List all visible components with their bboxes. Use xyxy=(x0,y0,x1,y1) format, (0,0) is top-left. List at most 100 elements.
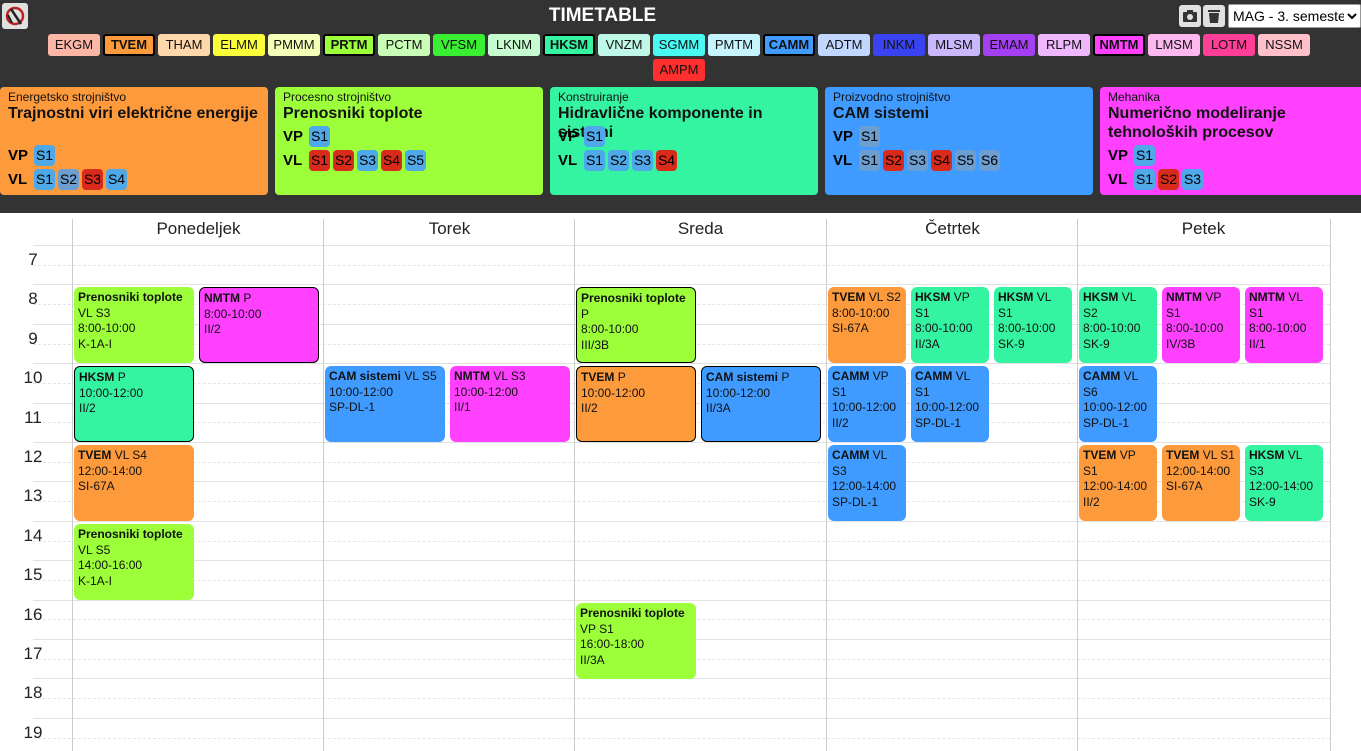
event-room: III/3B xyxy=(581,337,610,352)
subject-chip-elmm[interactable]: ELMM xyxy=(213,34,265,56)
event-title: NMTM xyxy=(454,369,490,383)
subject-chip-lotm[interactable]: LOTM xyxy=(1203,34,1255,56)
group-tag[interactable]: S1 xyxy=(309,150,330,171)
group-tag[interactable]: S4 xyxy=(106,169,127,190)
subject-chip-lmsm[interactable]: LMSM xyxy=(1148,34,1200,56)
event-title-line: Prenosniki toplote xyxy=(580,606,692,622)
event-title-line: TVEM VL S1 xyxy=(1166,448,1236,464)
subject-chip-inkm[interactable]: INKM xyxy=(873,34,925,56)
semester-select[interactable]: MAG - 3. semester xyxy=(1228,4,1361,28)
group-tag[interactable]: S4 xyxy=(381,150,402,171)
event-time: 12:00-14:00 xyxy=(1083,479,1148,493)
event-time: 12:00-14:00 xyxy=(1249,479,1314,493)
timetable-event[interactable]: CAMM VP S1 10:00-12:00 II/2 xyxy=(828,366,906,442)
group-tag[interactable]: S4 xyxy=(656,150,677,171)
group-tag[interactable]: S2 xyxy=(58,169,79,190)
timetable-event[interactable]: Prenosniki toplote VL S5 14:00-16:00 K-1A-I xyxy=(74,524,194,600)
subject-chip-pmtm[interactable]: PMTM xyxy=(708,34,760,56)
timetable-event[interactable]: HKSM VL S2 8:00-10:00 SK-9 xyxy=(1079,287,1157,363)
subject-chip-hksm[interactable]: HKSM xyxy=(543,34,595,56)
group-tag[interactable]: S5 xyxy=(955,150,976,171)
timetable-event[interactable]: TVEM VL S4 12:00-14:00 SI-67A xyxy=(74,445,194,521)
subject-chip-vfsm[interactable]: VFSM xyxy=(433,34,485,56)
subject-chip-adtm[interactable]: ADTM xyxy=(818,34,870,56)
subject-chip-sgmm[interactable]: SGMM xyxy=(653,34,705,56)
event-room: K-1A-I xyxy=(78,336,113,351)
subject-chip-vnzm[interactable]: VNZM xyxy=(598,34,650,56)
timetable-event[interactable]: CAM sistemi P 10:00-12:00 II/3A xyxy=(701,366,821,442)
group-tag[interactable]: S2 xyxy=(1158,169,1179,190)
timetable-event[interactable]: NMTM VL S1 8:00-10:00 II/1 xyxy=(1245,287,1323,363)
group-tag[interactable]: S4 xyxy=(931,150,952,171)
group-tag[interactable]: S5 xyxy=(405,150,426,171)
timetable-event[interactable]: TVEM VL S1 12:00-14:00 SI-67A xyxy=(1162,445,1240,521)
timetable-event[interactable]: TVEM VL S2 8:00-10:00 SI-67A xyxy=(828,287,906,363)
event-title-line: NMTM VL S1 xyxy=(1249,290,1319,321)
subject-chip-ekgm[interactable]: EKGM xyxy=(48,34,100,56)
group-type-label: VL xyxy=(8,171,28,188)
group-tag[interactable]: S3 xyxy=(632,150,653,171)
timetable-event[interactable]: NMTM VL S3 10:00-12:00 II/1 xyxy=(450,366,570,442)
event-title-line: HKSM VL S1 xyxy=(998,290,1068,321)
subject-chip-camm[interactable]: CAMM xyxy=(763,34,815,56)
timetable-event[interactable]: TVEM P 10:00-12:00 II/2 xyxy=(576,366,696,442)
timetable-event[interactable]: NMTM VP S1 8:00-10:00 IV/3B xyxy=(1162,287,1240,363)
timetable-event[interactable]: Prenosniki toplote P 8:00-10:00 III/3B xyxy=(576,287,696,363)
subject-chip-rlpm[interactable]: RLPM xyxy=(1038,34,1090,56)
timetable-event[interactable]: HKSM VL S3 12:00-14:00 SK-9 xyxy=(1245,445,1323,521)
subject-chip-nmtm[interactable]: NMTM xyxy=(1093,34,1145,56)
timetable-event[interactable]: Prenosniki toplote VP S1 16:00-18:00 II/3A xyxy=(576,603,696,679)
hour-label: 19 xyxy=(23,723,43,742)
event-title-line: CAMM VL S1 xyxy=(915,369,985,400)
group-tag[interactable]: S1 xyxy=(1134,145,1155,166)
subject-chip-ampm[interactable]: AMPM xyxy=(653,59,705,81)
group-tag[interactable]: S1 xyxy=(34,169,55,190)
group-type-label: VL xyxy=(833,152,853,169)
group-tag[interactable]: S1 xyxy=(584,150,605,171)
event-room: SK-9 xyxy=(1083,336,1110,351)
group-tag[interactable]: S1 xyxy=(309,126,330,147)
timetable-event[interactable]: CAMM VL S3 12:00-14:00 SP-DL-1 xyxy=(828,445,906,521)
group-tag[interactable]: S3 xyxy=(82,169,103,190)
group-tag[interactable]: S1 xyxy=(34,145,55,166)
group-tag[interactable]: S3 xyxy=(907,150,928,171)
timetable-event[interactable]: CAMM VL S1 10:00-12:00 SP-DL-1 xyxy=(911,366,989,442)
subject-chip-emam[interactable]: EMAM xyxy=(983,34,1035,56)
group-type-label: VP xyxy=(833,128,854,145)
group-tag[interactable]: S3 xyxy=(1182,169,1203,190)
group-tag[interactable]: S3 xyxy=(357,150,378,171)
group-tag[interactable]: S1 xyxy=(584,126,605,147)
subject-chip-mlsm[interactable]: MLSM xyxy=(928,34,980,56)
timetable-event[interactable]: TVEM VP S1 12:00-14:00 II/2 xyxy=(1079,445,1157,521)
group-tag[interactable]: S2 xyxy=(608,150,629,171)
group-type-label: VL xyxy=(558,152,578,169)
group-tag[interactable]: S2 xyxy=(883,150,904,171)
camera-icon[interactable] xyxy=(1179,5,1201,27)
group-tag[interactable]: S1 xyxy=(859,150,880,171)
timetable-event[interactable]: HKSM VL S1 8:00-10:00 SK-9 xyxy=(994,287,1072,363)
subject-chip-tham[interactable]: THAM xyxy=(158,34,210,56)
timetable-event[interactable]: HKSM VP S1 8:00-10:00 II/3A xyxy=(911,287,989,363)
timetable-event[interactable]: NMTM P 8:00-10:00 II/2 xyxy=(199,287,319,363)
event-title: HKSM xyxy=(1249,448,1285,462)
subject-chip-nssm[interactable]: NSSM xyxy=(1258,34,1310,56)
group-tag[interactable]: S1 xyxy=(859,126,880,147)
top-bar: TIMETABLE MAG - 3. semester EKGM TVEM THAM… xyxy=(0,0,1361,213)
subject-chip-tvem[interactable]: TVEM xyxy=(103,34,155,56)
subject-category: Konstruiranje xyxy=(558,90,629,104)
group-tag[interactable]: S1 xyxy=(1134,169,1155,190)
group-tag[interactable]: S6 xyxy=(979,150,1000,171)
subject-chip-prtm[interactable]: PRTM xyxy=(323,34,375,56)
trash-icon[interactable] xyxy=(1203,5,1225,27)
subject-chip-pctm[interactable]: PCTM xyxy=(378,34,430,56)
group-tag[interactable]: S2 xyxy=(333,150,354,171)
subject-card: Energetsko strojništvo Trajnostni viri el… xyxy=(0,87,268,195)
timetable-event[interactable]: CAM sistemi VL S5 10:00-12:00 SP-DL-1 xyxy=(325,366,445,442)
hour-label: 16 xyxy=(23,605,43,624)
group-type-label: VP xyxy=(558,128,579,145)
subject-chip-pmmm[interactable]: PMMM xyxy=(268,34,320,56)
timetable-event[interactable]: CAMM VL S6 10:00-12:00 SP-DL-1 xyxy=(1079,366,1157,442)
timetable-event[interactable]: HKSM P 10:00-12:00 II/2 xyxy=(74,366,194,442)
subject-chip-lknm[interactable]: LKNM xyxy=(488,34,540,56)
timetable-event[interactable]: Prenosniki toplote VL S3 8:00-10:00 K-1A-I xyxy=(74,287,194,363)
